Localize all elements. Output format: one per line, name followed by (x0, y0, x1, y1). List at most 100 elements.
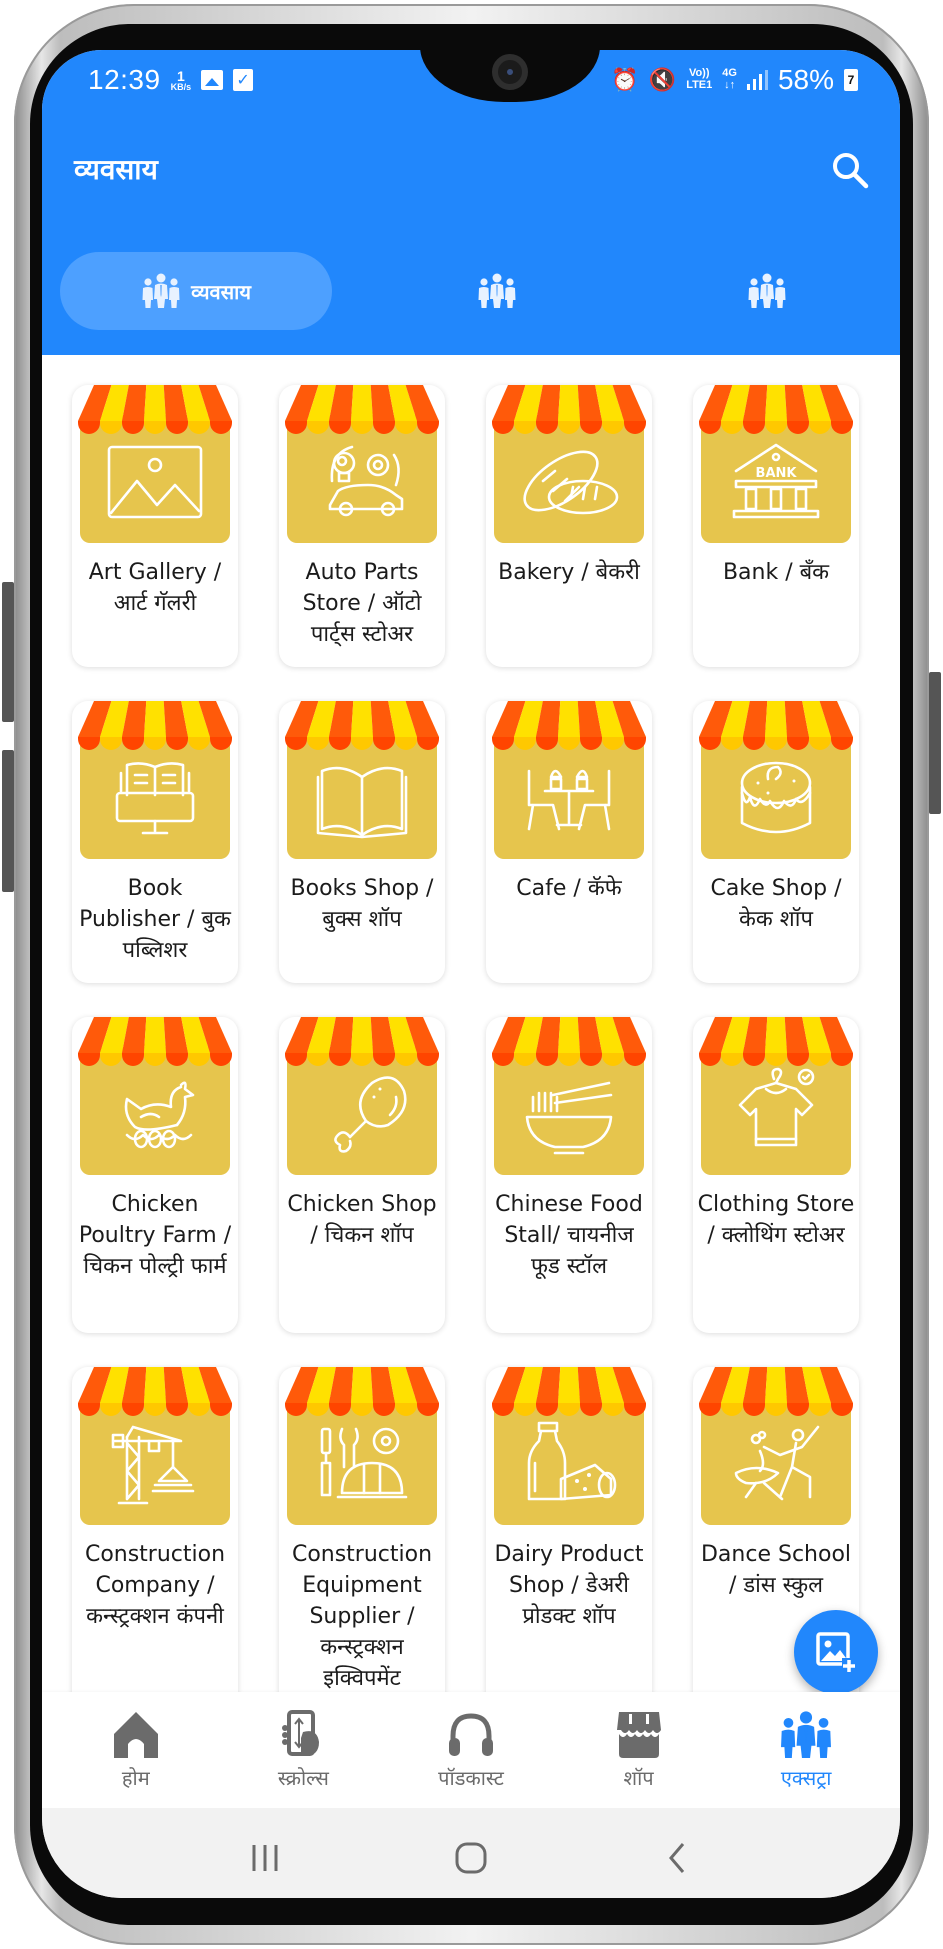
ebook-monitor-icon (78, 701, 232, 859)
recents-button[interactable] (235, 1833, 295, 1883)
svg-text:BANK: BANK (756, 466, 798, 481)
category-card[interactable]: Cake Shop / केक शॉप (693, 701, 859, 983)
volte-indicator: Vo)) LTE1 (686, 68, 712, 91)
category-card[interactable]: Books Shop / बुक्स शॉप (279, 701, 445, 983)
milk-cheese-icon (492, 1367, 646, 1525)
checkbox-notification-icon: ✓ (233, 69, 254, 91)
nav-label: शॉप (623, 1765, 654, 1790)
category-label: Cafe / कॅफे (516, 876, 622, 901)
back-button[interactable] (647, 1833, 707, 1883)
category-label: Construction Company / कन्स्ट्रक्शन कंपन… (84, 1542, 226, 1629)
nav-label: स्क्रोल्स (277, 1765, 329, 1790)
scroll-phone-icon (282, 1709, 320, 1756)
alarm-icon: ⏰ (611, 67, 639, 92)
category-label: Clothing Store / क्लोथिंग स्टोअर (697, 1192, 855, 1248)
category-grid: Art Gallery / आर्ट गॅलरी Auto Parts Stor… (72, 385, 872, 1727)
category-card[interactable]: Chinese Food Stall/ चायनीज फूड स्टॉल (486, 1017, 652, 1333)
add-photo-fab[interactable] (794, 1610, 878, 1694)
picture-icon (78, 385, 232, 543)
category-card[interactable]: Auto Parts Store / ऑटो पार्ट्स स्टोअर (279, 385, 445, 667)
system-navigation-bar (42, 1808, 900, 1898)
category-label: Dance School / डांस स्कुल (700, 1542, 852, 1598)
category-label: Book Publisher / बुक पब्लिशर (79, 876, 231, 963)
network-type-indicator: 4G ↓↑ (722, 68, 737, 91)
screen: 12:39 1 KB/s ✓ ⏰ 🔇 Vo)) LTE1 4G ↓↑ 58% 7… (42, 50, 900, 1898)
category-label: Dairy Product Shop / डेअरी प्रोडक्ट शॉप (494, 1542, 644, 1629)
battery-charging-icon: 7 (844, 69, 858, 91)
category-card[interactable]: Cafe / कॅफे (486, 701, 652, 983)
home-icon (113, 1711, 158, 1758)
vibrate-mute-icon: 🔇 (648, 67, 677, 92)
cake-icon (699, 701, 853, 859)
category-label: Chicken Shop / चिकन शॉप (287, 1192, 437, 1248)
tab-2[interactable] (372, 252, 622, 330)
people-group-icon (478, 273, 516, 308)
net-speed-value: 1 (176, 67, 185, 84)
page-title: व्यवसाय (74, 154, 158, 185)
category-card[interactable]: Chicken Shop / चिकन शॉप (279, 1017, 445, 1333)
home-system-button[interactable] (441, 1833, 501, 1883)
tab-3[interactable] (642, 252, 892, 330)
front-camera (492, 54, 528, 90)
category-label: Chinese Food Stall/ चायनीज फूड स्टॉल (495, 1192, 643, 1279)
gallery-notification-icon (201, 70, 224, 90)
cafe-table-icon (492, 701, 646, 859)
category-card[interactable]: Construction Company / कन्स्ट्रक्शन कंपन… (72, 1367, 238, 1727)
nav-home[interactable]: होम (61, 1710, 211, 1791)
bank-icon: BANK (699, 385, 853, 543)
noodles-bowl-icon (492, 1017, 646, 1175)
category-label: Bakery / बेकरी (498, 560, 640, 585)
car-parts-icon (285, 385, 439, 543)
app-header: 12:39 1 KB/s ✓ ⏰ 🔇 Vo)) LTE1 4G ↓↑ 58% 7… (42, 50, 900, 355)
category-card[interactable]: Clothing Store / क्लोथिंग स्टोअर (693, 1017, 859, 1333)
category-card[interactable]: BANK Bank / बँक (693, 385, 859, 667)
data-arrows: ↓↑ (724, 79, 736, 91)
category-card[interactable]: Dairy Product Shop / डेअरी प्रोडक्ट शॉप (486, 1367, 652, 1727)
shop-icon (616, 1711, 661, 1758)
tools-helmet-icon (285, 1367, 439, 1525)
category-label: Bank / बँक (722, 560, 830, 585)
category-label: Construction Equipment Supplier / कन्स्ट… (291, 1542, 433, 1691)
signal-icon (746, 70, 768, 90)
category-card[interactable]: Book Publisher / बुक पब्लिशर (72, 701, 238, 983)
category-label: Art Gallery / आर्ट गॅलरी (88, 560, 222, 616)
category-label: Cake Shop / केक शॉप (710, 876, 842, 932)
crane-icon (78, 1367, 232, 1525)
tshirt-hanger-icon (699, 1017, 853, 1175)
nav-label: पॉडकास्ट (438, 1765, 504, 1790)
net-speed: 1 KB/s (171, 69, 192, 92)
net-speed-unit: KB/s (170, 81, 192, 92)
search-button[interactable] (828, 148, 872, 192)
nav-podcast[interactable]: पॉडकास्ट (396, 1710, 546, 1791)
category-tabs: व्यवसाय (42, 250, 900, 330)
recents-icon (252, 1845, 278, 1871)
status-time: 12:39 (88, 64, 161, 95)
category-card[interactable]: Art Gallery / आर्ट गॅलरी (72, 385, 238, 667)
lte-text: LTE1 (686, 79, 713, 91)
power-button (929, 672, 941, 814)
category-label: Books Shop / बुक्स शॉप (290, 876, 434, 932)
hen-icon (78, 1017, 232, 1175)
people-group-icon (781, 1710, 832, 1758)
category-card[interactable]: Bakery / बेकरी (486, 385, 652, 667)
add-photo-icon (816, 1632, 856, 1672)
headphones-icon (448, 1712, 493, 1756)
category-label: Chicken Poultry Farm / चिकन पोल्ट्री फार… (78, 1192, 232, 1279)
nav-shop[interactable]: शॉप (564, 1710, 714, 1791)
home-circle-icon (455, 1842, 487, 1874)
open-book-icon (285, 701, 439, 859)
nav-label: एक्सट्रा (780, 1765, 832, 1790)
nav-extra[interactable]: एक्सट्रा (731, 1710, 881, 1791)
category-card[interactable]: Chicken Poultry Farm / चिकन पोल्ट्री फार… (72, 1017, 238, 1333)
battery-percent: 58% (777, 64, 834, 95)
tab-label: व्यवसाय (191, 281, 251, 304)
back-icon (669, 1843, 685, 1873)
bottom-navigation: होम स्क्रोल्स पॉडकास्ट शॉप एक्सट्रा (42, 1692, 900, 1808)
nav-scrolls[interactable]: स्क्रोल्स (228, 1709, 378, 1791)
tab-business[interactable]: व्यवसाय (60, 252, 332, 330)
category-card[interactable]: Construction Equipment Supplier / कन्स्ट… (279, 1367, 445, 1727)
search-icon (833, 153, 869, 189)
nav-label: होम (121, 1765, 150, 1790)
dancers-icon (699, 1367, 853, 1525)
volume-down-button (2, 750, 14, 892)
